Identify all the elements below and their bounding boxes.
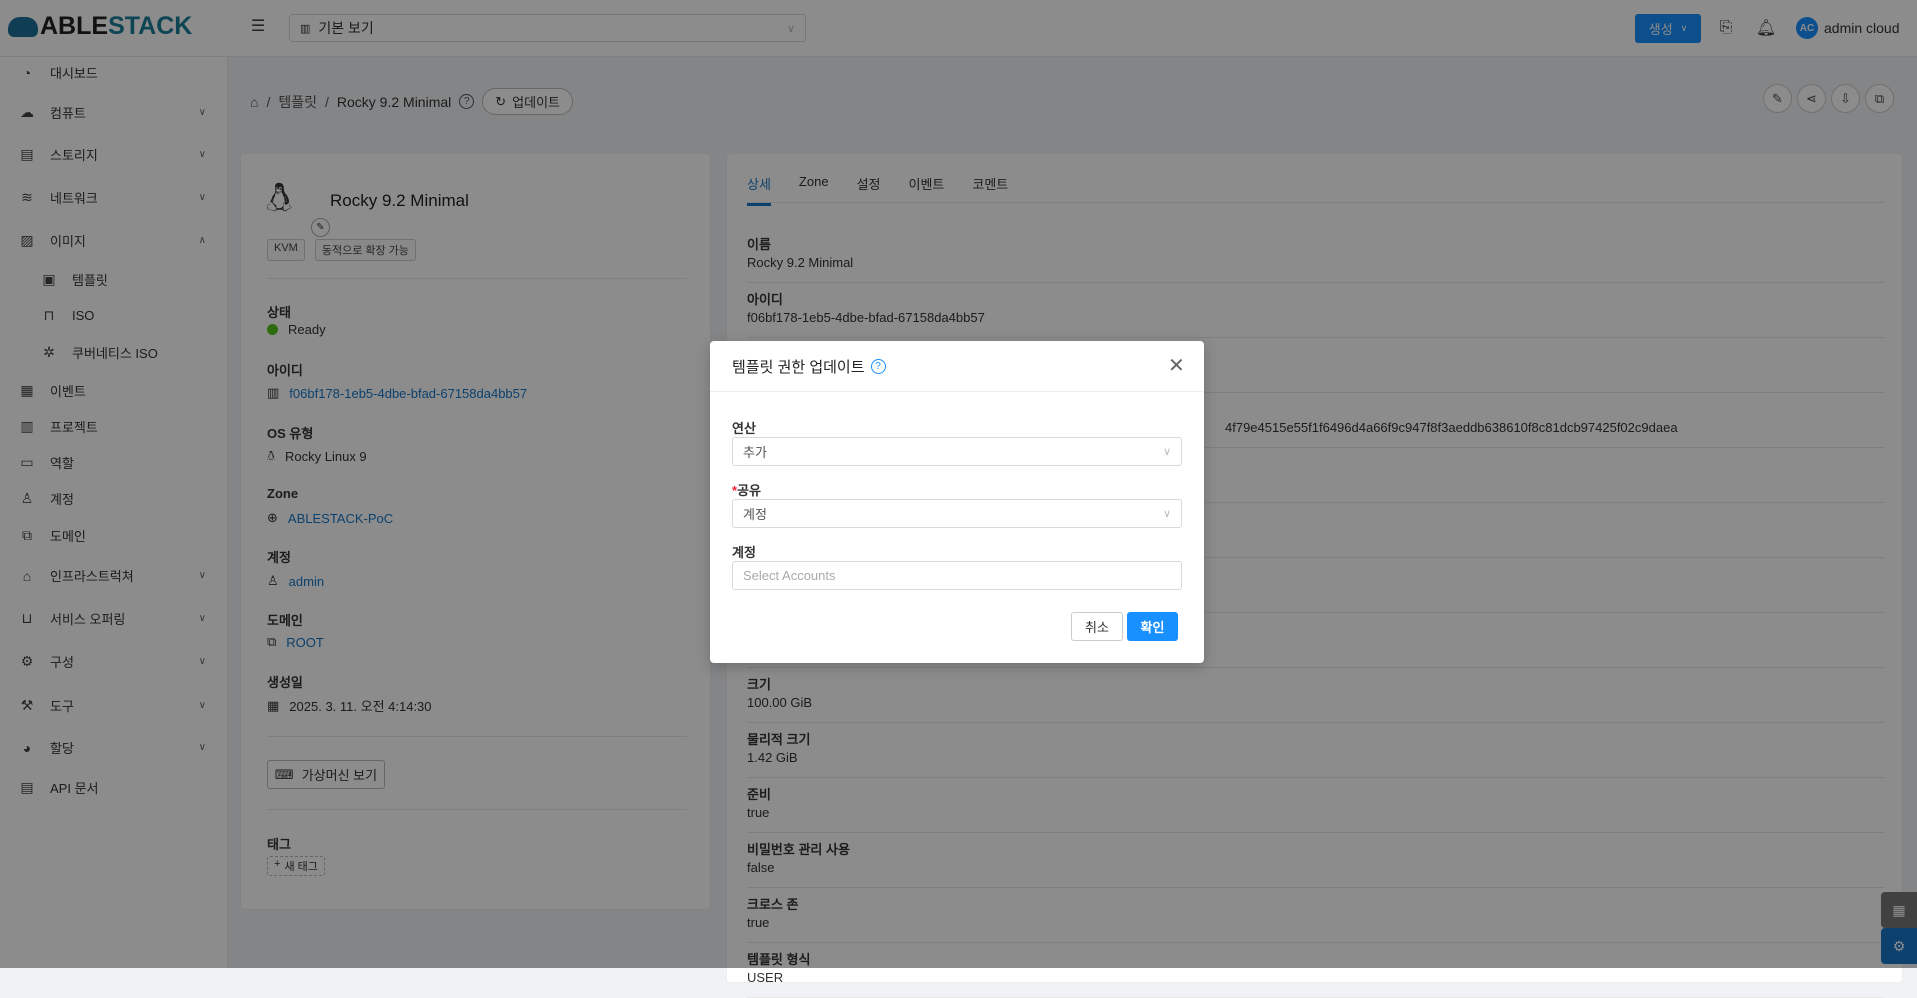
update-permissions-modal: 템플릿 권한 업데이트? ✕ 연산 추가 ∨ *공유 계정 ∨ 계정 Select … [710, 341, 1204, 663]
modal-divider [710, 391, 1204, 392]
accounts-label: 계정 [732, 545, 756, 560]
question-circle-icon[interactable]: ? [870, 359, 886, 374]
modal-title: 템플릿 권한 업데이트 [732, 359, 865, 376]
close-icon[interactable]: ✕ [1168, 353, 1185, 378]
chevron-down-icon: ∨ [1162, 508, 1171, 520]
cancel-button[interactable]: 취소 [1071, 612, 1123, 641]
operation-value: 추가 [743, 445, 767, 460]
accounts-select[interactable]: Select Accounts [732, 561, 1182, 590]
detail-value: USER [747, 970, 784, 985]
chevron-down-icon: ∨ [1162, 446, 1171, 458]
share-label: 공유 [737, 483, 761, 498]
share-select[interactable]: 계정 ∨ [732, 499, 1182, 528]
share-value: 계정 [743, 507, 767, 522]
ok-button[interactable]: 확인 [1127, 612, 1178, 641]
accounts-placeholder: Select Accounts [743, 568, 836, 583]
operation-select[interactable]: 추가 ∨ [732, 437, 1182, 466]
operation-label: 연산 [732, 421, 756, 436]
